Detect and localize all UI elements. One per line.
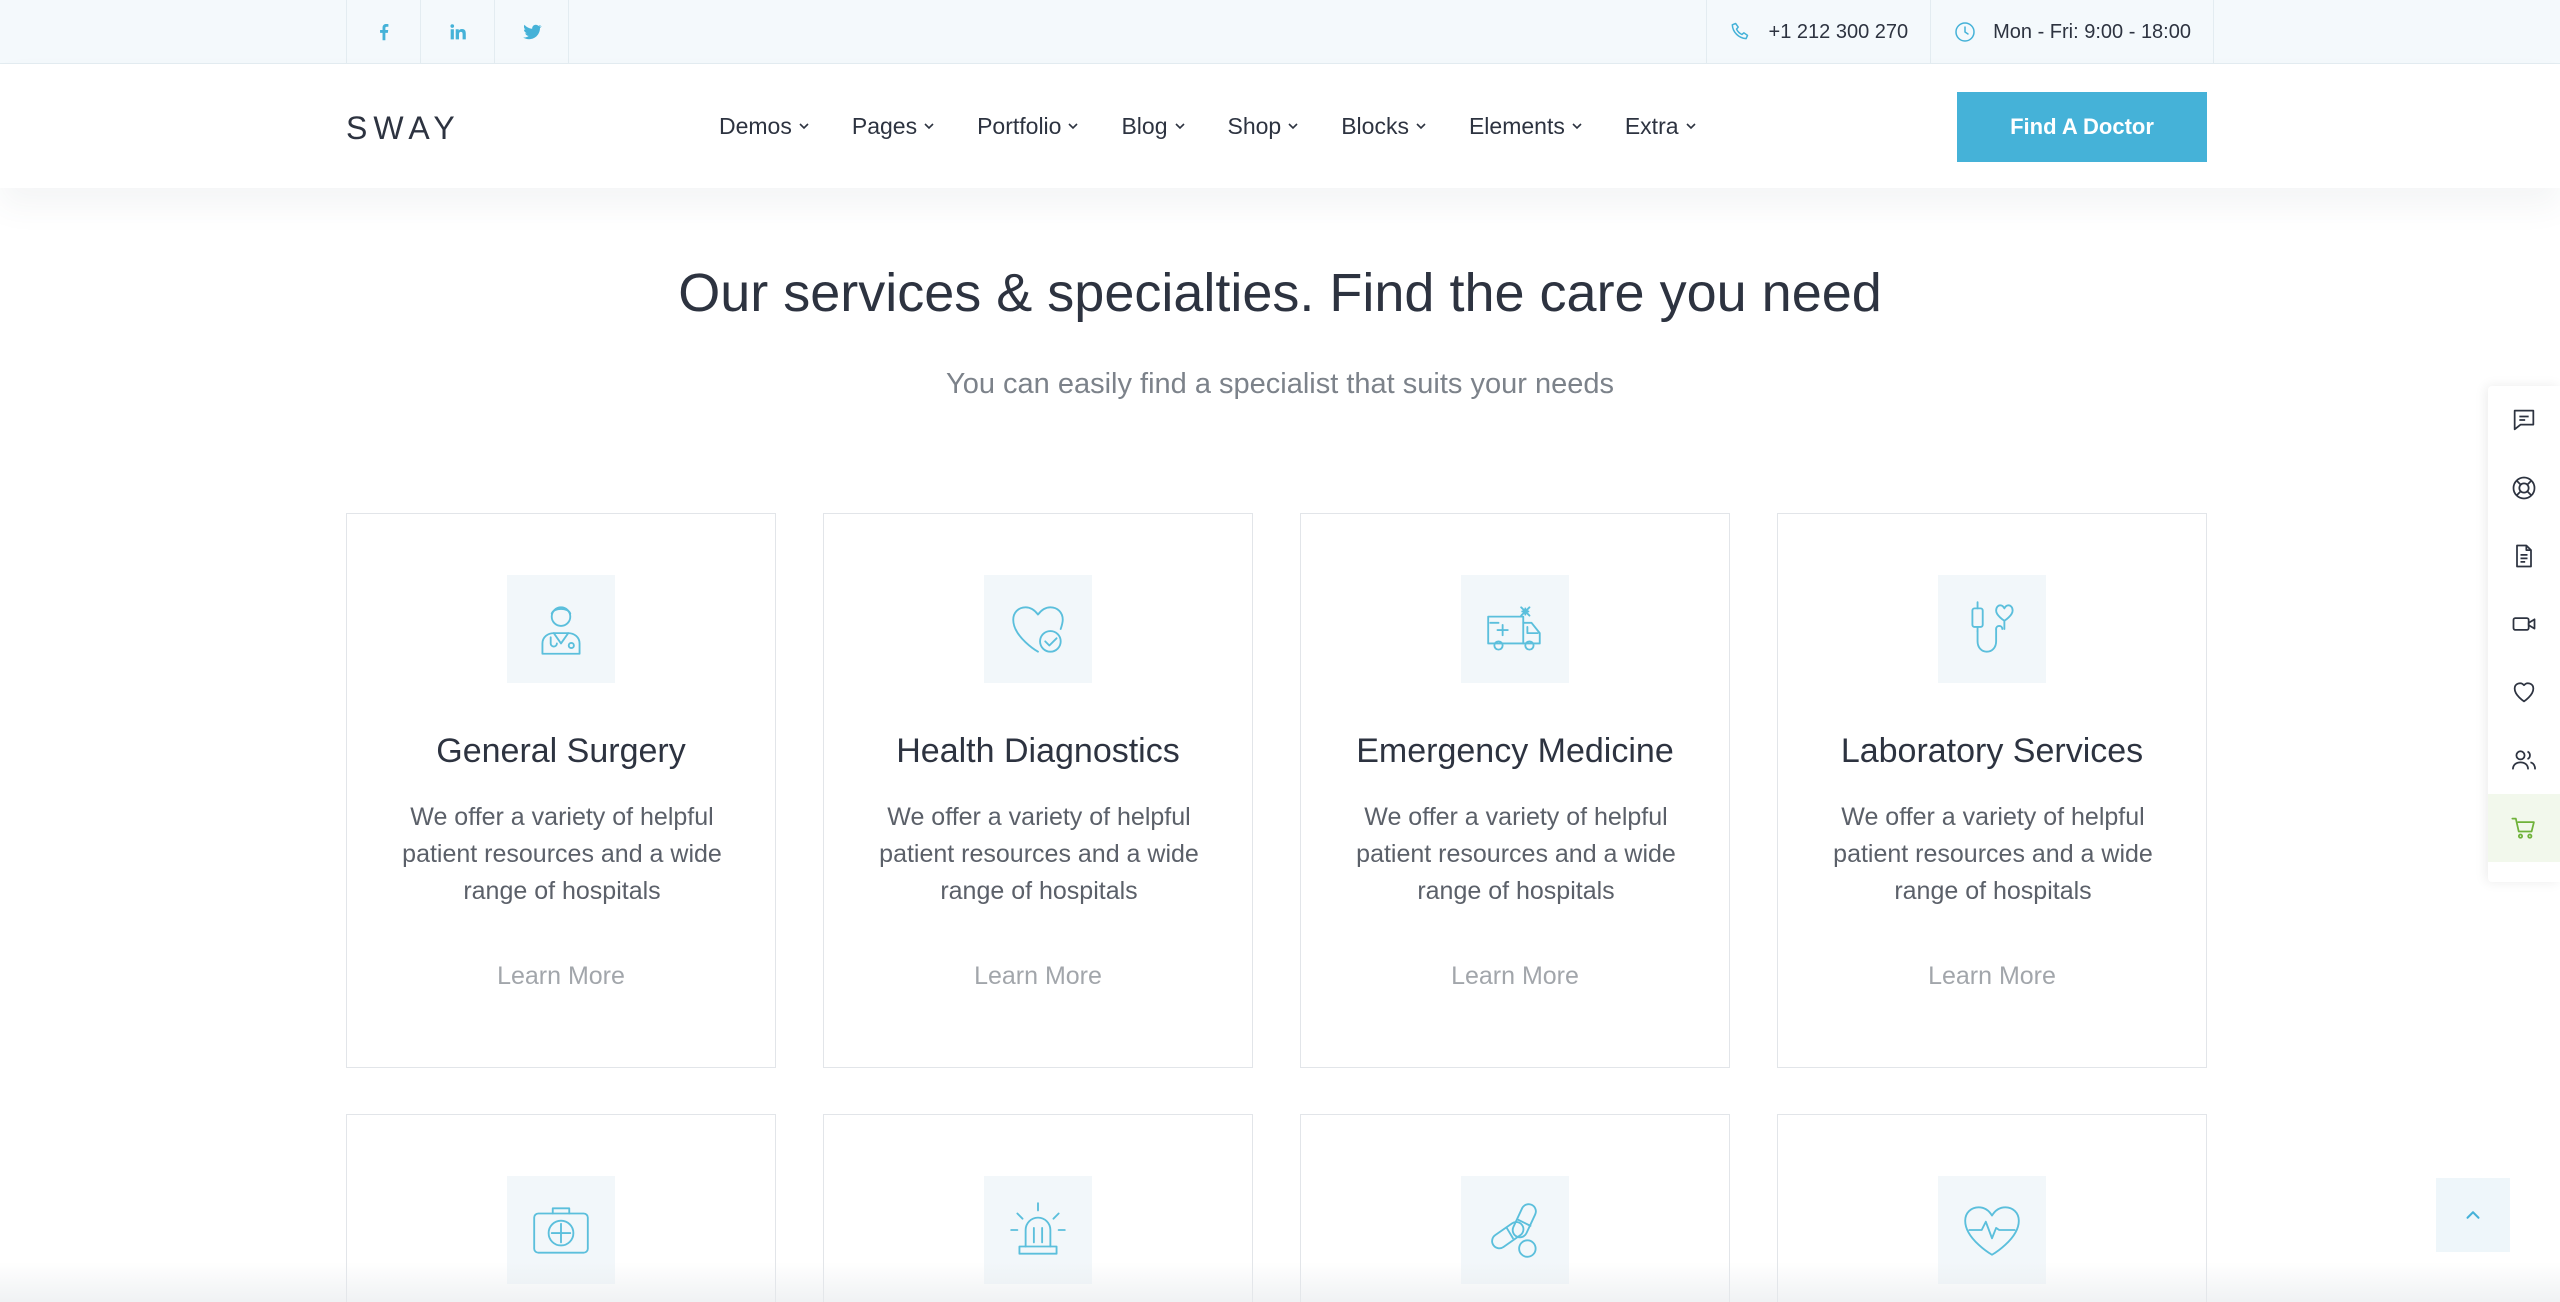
main-header: SWAY Demos Pages Portfolio Blog Shop Blo…: [0, 64, 2560, 188]
learn-more-link[interactable]: Learn More: [1301, 962, 1729, 991]
stethoscope-icon: [1971, 601, 2014, 653]
section-title: Our services & specialties. Find the car…: [678, 263, 1882, 323]
find-doctor-button[interactable]: Find A Doctor: [1957, 92, 2207, 162]
support-icon: [2512, 476, 2536, 500]
ambulance-icon: [1487, 606, 1541, 651]
cart-icon: [2511, 817, 2535, 839]
chat-icon: [2513, 409, 2535, 431]
social-links: [346, 0, 569, 64]
opening-hours: Mon - Fri: 9:00 - 18:00: [1993, 20, 2191, 43]
chevron-down-icon: [1174, 123, 1185, 130]
nav-label: Extra: [1624, 112, 1679, 139]
phone-contact[interactable]: +1 212 300 270: [1705, 0, 1931, 64]
side-toolbar: [2488, 386, 2560, 882]
chat-button[interactable]: [2488, 386, 2560, 454]
chevron-down-icon: [924, 123, 934, 130]
heart-check-icon: [1012, 606, 1064, 653]
nav-blocks[interactable]: Blocks: [1341, 113, 1427, 140]
users-button[interactable]: [2488, 726, 2560, 794]
linkedin-link[interactable]: [421, 0, 495, 64]
nav-label: Shop: [1227, 112, 1282, 139]
linkedin-icon: [449, 24, 466, 40]
service-card: General Surgery We offer a variety of he…: [346, 513, 776, 1068]
cart-button[interactable]: [2488, 794, 2560, 862]
phone-icon: [1731, 22, 1748, 40]
nav-blog[interactable]: Blog: [1121, 113, 1185, 140]
nav-shop[interactable]: Shop: [1228, 113, 1300, 140]
scroll-to-top-button[interactable]: [2436, 1178, 2510, 1252]
chevron-down-icon: [1288, 123, 1298, 130]
video-button[interactable]: [2488, 590, 2560, 658]
nav-portfolio[interactable]: Portfolio: [977, 113, 1079, 140]
chevron-down-icon: [1068, 123, 1079, 130]
nav-label: Pages: [851, 112, 918, 139]
nav-extra[interactable]: Extra: [1625, 113, 1697, 140]
card-title: Emergency Medicine: [1356, 732, 1674, 770]
doctor-icon: [541, 606, 581, 655]
card-text: We offer a variety of helpful patient re…: [402, 803, 722, 905]
contact-info: +1 212 300 270 Mon - Fri: 9:00 - 18:00: [1705, 0, 2214, 64]
nav-label: Demos: [719, 112, 792, 139]
main-nav: Demos Pages Portfolio Blog Shop Blocks E…: [719, 64, 1739, 188]
learn-more-link[interactable]: Learn More: [824, 962, 1252, 991]
card-icon-box: [1938, 575, 2046, 683]
learn-more-link[interactable]: Learn More: [1778, 962, 2206, 991]
chevron-down-icon: [1416, 123, 1426, 130]
card-text: We offer a variety of helpful patient re…: [1833, 803, 2153, 905]
favorites-button[interactable]: [2488, 658, 2560, 726]
card-text: We offer a variety of helpful patient re…: [879, 803, 1199, 905]
card-title: General Surgery: [436, 732, 686, 770]
card-icon-box: [507, 575, 615, 683]
facebook-link[interactable]: [347, 0, 421, 64]
nav-label: Portfolio: [977, 112, 1062, 139]
nav-label: Elements: [1468, 112, 1565, 139]
card-icon-box: [984, 575, 1092, 683]
document-button[interactable]: [2488, 522, 2560, 590]
first-aid-kit-icon: [533, 1207, 589, 1254]
video-icon: [2512, 617, 2536, 631]
facebook-icon: [379, 24, 388, 41]
chevron-down-icon: [799, 123, 809, 130]
card-text: We offer a variety of helpful patient re…: [1356, 803, 1676, 905]
users-icon: [2512, 750, 2536, 770]
chevron-down-icon: [1685, 123, 1696, 130]
phone-number: +1 212 300 270: [1768, 20, 1909, 43]
twitter-icon: [522, 24, 542, 40]
pills-icon: [1491, 1203, 1537, 1258]
chevron-up-icon: [2466, 1211, 2480, 1219]
hours-info: Mon - Fri: 9:00 - 18:00: [1930, 0, 2214, 64]
bottom-edge-shadow: [0, 1262, 2560, 1302]
top-bar: +1 212 300 270 Mon - Fri: 9:00 - 18:00: [0, 0, 2560, 64]
site-logo[interactable]: SWAY: [346, 110, 461, 147]
nav-elements[interactable]: Elements: [1469, 113, 1583, 140]
nav-demos[interactable]: Demos: [719, 113, 810, 140]
learn-more-link[interactable]: Learn More: [347, 962, 775, 991]
service-card: Health Diagnostics We offer a variety of…: [823, 513, 1253, 1068]
clock-icon: [1955, 22, 1975, 42]
siren-icon: [1010, 1202, 1066, 1255]
service-card: Emergency Medicine We offer a variety of…: [1300, 513, 1730, 1068]
chevron-down-icon: [1572, 123, 1582, 130]
nav-pages[interactable]: Pages: [852, 113, 935, 140]
heartbeat-icon: [1964, 1206, 2020, 1256]
card-title: Laboratory Services: [1840, 732, 2144, 770]
support-button[interactable]: [2488, 454, 2560, 522]
twitter-link[interactable]: [495, 0, 569, 64]
heart-icon: [2513, 682, 2535, 703]
service-card: Laboratory Services We offer a variety o…: [1777, 513, 2207, 1068]
nav-label: Blocks: [1341, 112, 1409, 139]
nav-label: Blog: [1121, 112, 1168, 139]
card-icon-box: [1461, 575, 1569, 683]
section-subtitle: You can easily find a specialist that su…: [946, 368, 1614, 400]
document-icon: [2516, 544, 2532, 568]
card-title: Health Diagnostics: [896, 732, 1180, 770]
